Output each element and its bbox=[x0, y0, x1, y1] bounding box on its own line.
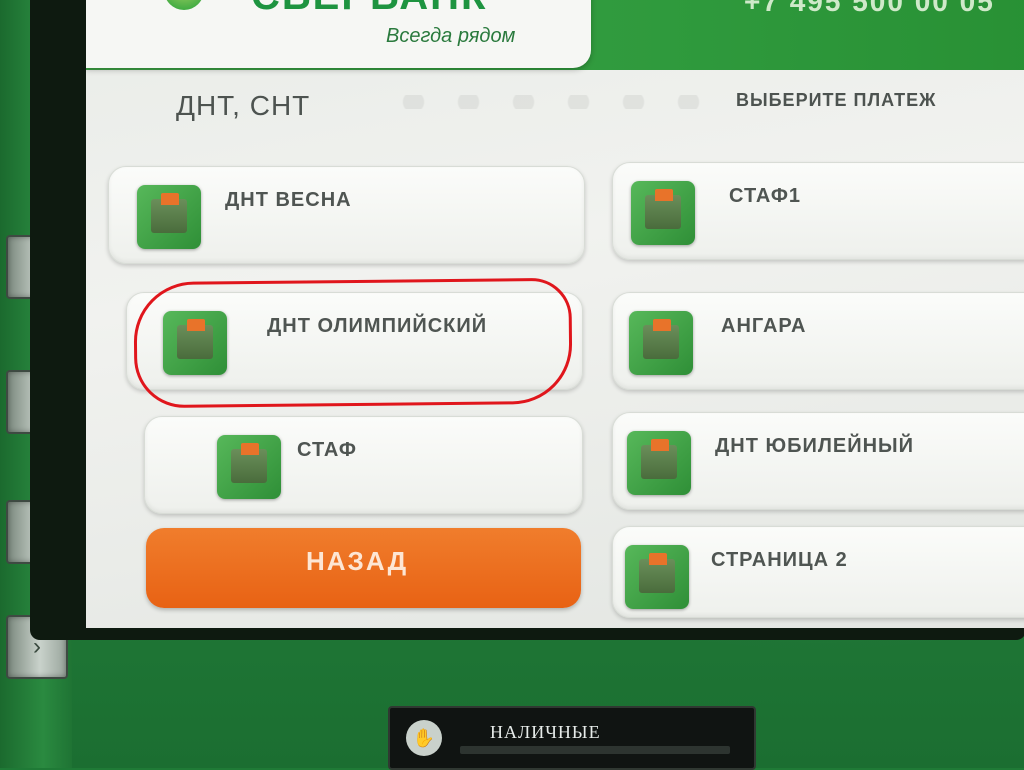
red-highlight-annotation bbox=[133, 277, 573, 409]
option-dnt-yubileyniy[interactable]: ДНТ ЮБИЛЕЙНЫЙ bbox=[612, 412, 1024, 510]
decorative-dots bbox=[386, 95, 726, 109]
option-label: СТАФ1 bbox=[729, 185, 802, 207]
payment-folder-icon bbox=[625, 545, 689, 609]
payment-folder-icon bbox=[631, 181, 695, 245]
payment-folder-icon bbox=[217, 435, 281, 499]
option-label: СТАФ bbox=[297, 439, 357, 461]
option-staf1[interactable]: СТАФ1 bbox=[612, 162, 1024, 260]
bank-name: СБЕРБАНК bbox=[251, 0, 487, 19]
payment-prompt: ВЫБЕРИТЕ ПЛАТЕЖ bbox=[736, 90, 937, 110]
section-title: ДНТ, СНТ bbox=[176, 90, 311, 121]
option-label: СТРАНИЦА 2 bbox=[711, 549, 848, 571]
option-dnt-vesna[interactable]: ДНТ ВЕСНА bbox=[108, 166, 585, 264]
cash-label: НАЛИЧНЫЕ bbox=[490, 722, 601, 742]
payment-folder-icon bbox=[627, 431, 691, 495]
option-page-2[interactable]: СТРАНИЦА 2 bbox=[612, 526, 1024, 618]
option-label: АНГАРА bbox=[721, 315, 807, 337]
option-label: ДНТ ЮБИЛЕЙНЫЙ bbox=[715, 435, 914, 457]
hand-cash-icon: ✋ bbox=[406, 720, 442, 756]
option-angara[interactable]: АНГАРА bbox=[612, 292, 1024, 390]
option-staf[interactable]: СТАФ bbox=[144, 416, 583, 514]
back-button[interactable]: НАЗАД bbox=[146, 528, 581, 608]
logo-card: СБЕРБАНК Всегда рядом bbox=[86, 0, 591, 68]
slogan: Всегда рядом bbox=[386, 25, 516, 47]
cash-dispenser-plate: ✋ НАЛИЧНЫЕ bbox=[388, 706, 756, 770]
sberbank-logo-icon bbox=[164, 0, 204, 10]
payment-folder-icon bbox=[137, 185, 201, 249]
payment-folder-icon bbox=[629, 311, 693, 375]
option-label: ДНТ ВЕСНА bbox=[225, 189, 352, 211]
cash-slot bbox=[460, 746, 730, 754]
hotline-phone: +7 495 500 00 05 bbox=[744, 0, 995, 17]
back-button-label: НАЗАД bbox=[306, 546, 409, 576]
